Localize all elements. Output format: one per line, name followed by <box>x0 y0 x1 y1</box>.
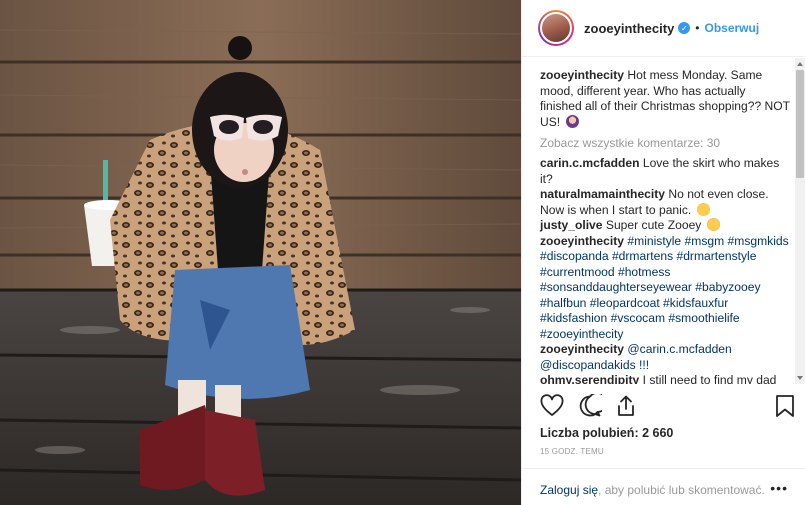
post-sidebar: zooeyinthecity ✓ • Obserwuj zooeyintheci… <box>521 0 805 505</box>
comment-text: Super cute Zooey <box>605 218 702 232</box>
follow-button[interactable]: Obserwuj <box>705 21 760 35</box>
view-all-comments-link[interactable]: Zobacz wszystkie komentarze: 30 <box>540 136 805 150</box>
comment-item: naturalmamainthecity No not even close. … <box>540 187 790 218</box>
username-link[interactable]: zooeyinthecity <box>584 21 674 36</box>
post-header: zooeyinthecity ✓ • Obserwuj <box>522 0 805 57</box>
post-image <box>0 0 521 505</box>
scrollbar-thumb[interactable] <box>796 70 804 178</box>
comment-author-link[interactable]: naturalmamainthecity <box>540 187 665 201</box>
comments-scrollbar[interactable] <box>795 58 805 384</box>
share-icon[interactable] <box>614 394 638 421</box>
comment-item: zooeyinthecity @carin.c.mcfadden @discop… <box>540 342 790 373</box>
comment-author-link[interactable]: justy_olive <box>540 218 603 232</box>
action-bar <box>538 388 796 422</box>
comment-item: ohmy.serendipity I still need to find my… <box>540 373 790 384</box>
heart-eyes-emoji-icon <box>706 218 720 231</box>
comment-item: zooeyinthecity #ministyle #msgm #msgmkid… <box>540 234 790 343</box>
comments-list[interactable]: zooeyinthecity Hot mess Monday. Same moo… <box>522 58 805 384</box>
more-options-icon[interactable]: ••• <box>770 480 788 496</box>
comment-author-link[interactable]: carin.c.mcfadden <box>540 156 639 170</box>
caption-author-link[interactable]: zooeyinthecity <box>540 68 624 82</box>
grimacing-emoji-icon <box>696 202 710 216</box>
post-timestamp: 15 GODZ. TEMU <box>540 447 604 456</box>
verified-badge-icon: ✓ <box>678 22 691 34</box>
woman-shrugging-emoji-icon <box>565 114 579 128</box>
avatar[interactable] <box>538 10 574 46</box>
comment-item: justy_olive Super cute Zooey <box>540 218 790 234</box>
caption: zooeyinthecity Hot mess Monday. Same moo… <box>540 68 790 130</box>
login-link[interactable]: Zaloguj się <box>540 483 598 497</box>
likes-count[interactable]: Liczba polubień: 2 660 <box>540 426 673 440</box>
bookmark-icon[interactable] <box>774 394 796 421</box>
scroll-up-arrow-icon[interactable] <box>797 62 803 66</box>
comment-author-link[interactable]: zooeyinthecity <box>540 342 624 356</box>
separator-dot: • <box>695 21 700 35</box>
hashtag-list[interactable]: #ministyle #msgm #msgmkids #discopanda #… <box>540 234 789 341</box>
comment-text: I still need to find my dad <box>642 373 777 384</box>
post-photo[interactable] <box>0 0 521 505</box>
heart-icon[interactable] <box>540 394 564 421</box>
login-prompt: Zaloguj się, aby polubić lub skomentować… <box>522 468 805 505</box>
comment-icon[interactable] <box>578 392 608 421</box>
scroll-down-arrow-icon[interactable] <box>797 376 803 380</box>
login-prompt-text: , aby polubić lub skomentować. <box>598 483 765 497</box>
comment-item: carin.c.mcfadden Love the skirt who make… <box>540 156 790 187</box>
comment-author-link[interactable]: ohmy.serendipity <box>540 373 639 384</box>
comment-author-link[interactable]: zooeyinthecity <box>540 234 624 248</box>
